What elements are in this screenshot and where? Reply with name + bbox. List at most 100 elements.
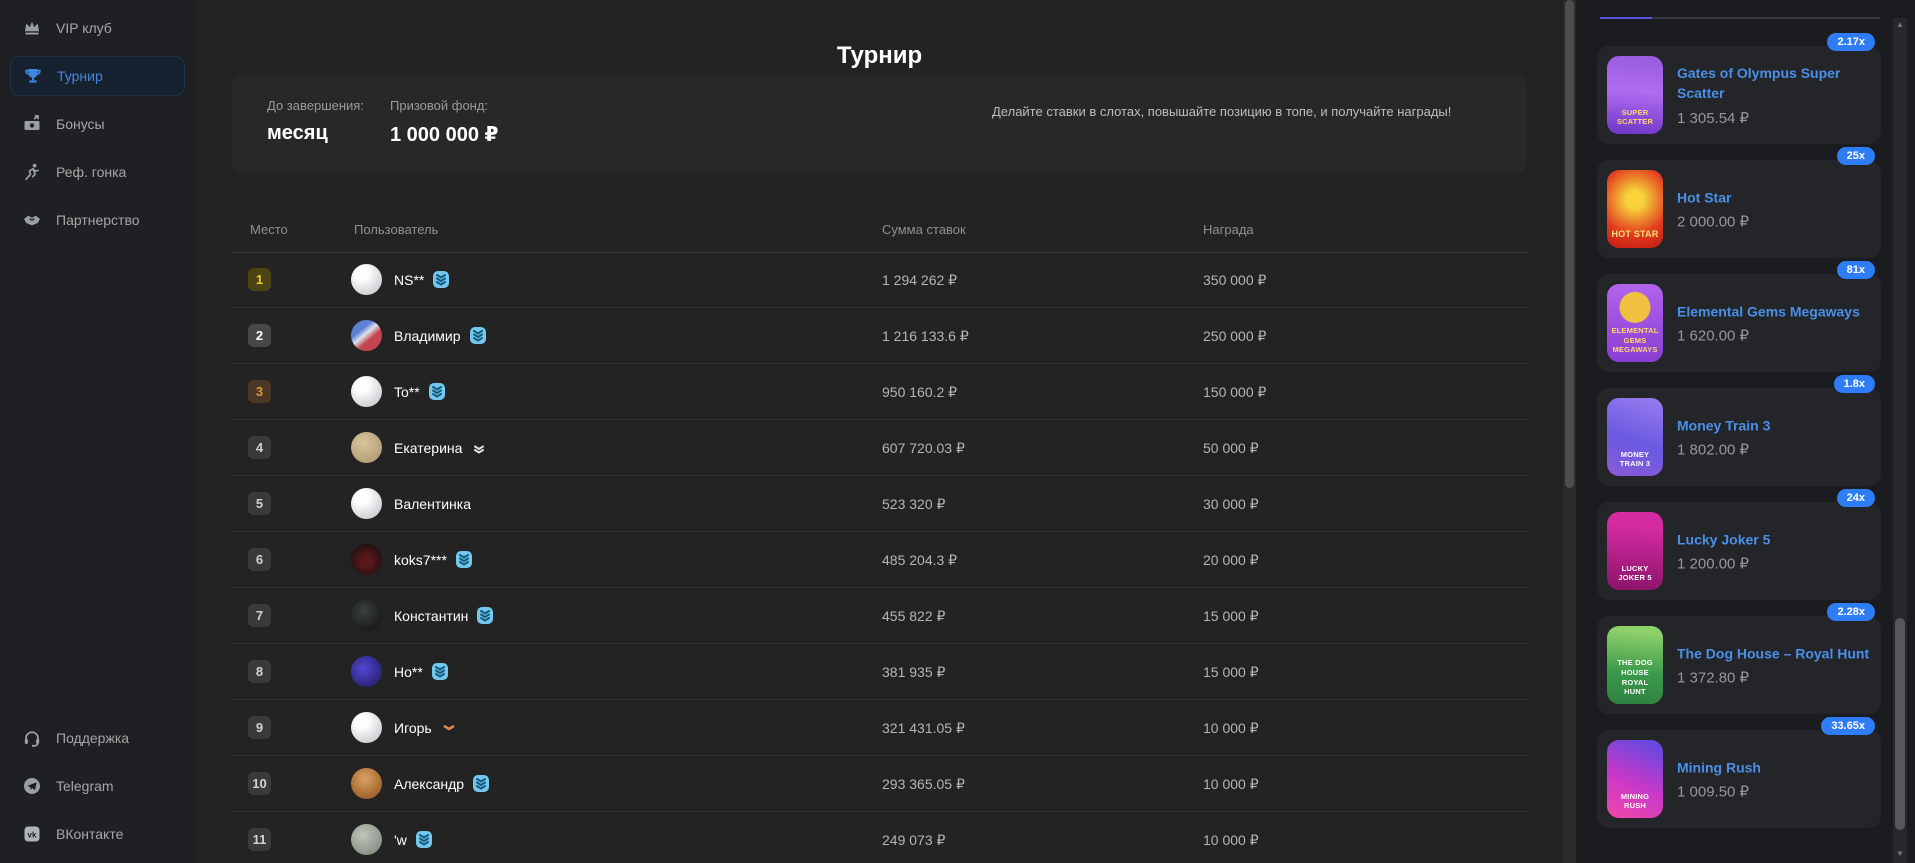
reward-value: 250 000 ₽ [1203,328,1266,345]
bets-sum: 1 216 133.6 ₽ [882,328,969,345]
game-thumbnail[interactable]: Super Scatter [1607,56,1663,134]
game-thumbnail[interactable]: Lucky Joker 5 [1607,512,1663,590]
game-win-card[interactable]: 2.17x Super Scatter Gates of Olympus Sup… [1597,46,1881,144]
game-name[interactable]: Gates of Olympus Super Scatter [1677,63,1875,104]
sidebar-item-vkontakte[interactable]: vk ВКонтакте [10,814,185,854]
rank-badge-icon [469,326,487,345]
rank-badge-icon [432,270,450,289]
win-amount: 1 620.00 ₽ [1677,327,1875,345]
telegram-icon [22,776,42,796]
game-thumbnail[interactable]: Mining Rush [1607,740,1663,818]
right-scrollbar-thumb[interactable] [1895,618,1905,830]
reward-value: 10 000 ₽ [1203,720,1259,737]
game-thumbnail[interactable]: Elemental Gems Megaways [1607,284,1663,362]
runner-icon [22,162,42,182]
game-name[interactable]: The Dog House – Royal Hunt [1677,643,1875,663]
win-amount: 1 200.00 ₽ [1677,555,1875,573]
game-win-card[interactable]: 1.8x Money Train 3 Money Train 3 1 802.0… [1597,388,1881,486]
game-name[interactable]: Elemental Gems Megaways [1677,301,1875,321]
bets-sum: 523 320 ₽ [882,496,945,513]
rank-badge-icon [455,550,473,569]
username: Александр [394,776,464,792]
place-badge: 10 [248,772,271,795]
headset-icon [22,728,42,748]
page-title: Турнир [232,42,1527,70]
avatar [351,824,382,855]
bets-sum: 249 073 ₽ [882,832,945,849]
sidebar-item-label: Реф. гонка [56,164,126,180]
game-name[interactable]: Money Train 3 [1677,415,1875,435]
reward-value: 30 000 ₽ [1203,496,1259,513]
table-row: 10 Александр 293 365.05 ₽ 10 000 ₽ [232,756,1527,812]
handshake-icon [22,210,42,230]
reward-value: 10 000 ₽ [1203,776,1259,793]
table-row: 7 Константин 455 822 ₽ 15 000 ₽ [232,588,1527,644]
sidebar-item-label: Турнир [57,68,103,84]
sidebar-item-support[interactable]: Поддержка [10,718,185,758]
bets-sum: 950 160.2 ₽ [882,384,957,401]
table-row: 6 koks7*** 485 204.3 ₽ 20 000 ₽ [232,532,1527,588]
reward-value: 15 000 ₽ [1203,664,1259,681]
avatar [351,432,382,463]
avatar [351,712,382,743]
prize-fund-value: 1 000 000 ₽ [390,122,498,147]
scroll-up-icon[interactable]: ▲ [1893,18,1907,32]
leaderboard-header: Место Пользователь Сумма ставок Награда [232,212,1527,253]
username: Но** [394,664,423,680]
place-badge: 8 [248,660,271,683]
avatar [351,320,382,351]
bets-sum: 607 720.03 ₽ [882,440,965,457]
sidebar-item-vip-club[interactable]: VIP клуб [10,8,185,48]
game-name[interactable]: Lucky Joker 5 [1677,529,1875,549]
table-row: 1 NS** 1 294 262 ₽ 350 000 ₽ [232,252,1527,308]
countdown-label: До завершения: [267,98,364,113]
multiplier-badge: 2.17x [1827,33,1875,51]
wins-panel: 2.17x Super Scatter Gates of Olympus Sup… [1576,0,1915,863]
game-thumbnail-label: Elemental Gems Megaways [1607,326,1663,355]
game-win-card[interactable]: 81x Elemental Gems Megaways Elemental Ge… [1597,274,1881,372]
avatar [351,768,382,799]
username: Владимир [394,328,461,344]
sidebar-item-tournament[interactable]: Турнир [10,56,185,96]
game-win-card[interactable]: 25x Hot Star Hot Star 2 000.00 ₽ [1597,160,1881,258]
reward-value: 20 000 ₽ [1203,552,1259,569]
sidebar-item-ref-race[interactable]: Реф. гонка [10,152,185,192]
game-name[interactable]: Mining Rush [1677,757,1875,777]
place-badge: 2 [248,324,271,347]
game-win-card[interactable]: 2.28x The Dog House Royal Hunt The Dog H… [1597,616,1881,714]
sidebar-item-partnership[interactable]: Партнерство [10,200,185,240]
bets-sum: 1 294 262 ₽ [882,272,957,289]
sidebar-item-label: Telegram [56,778,114,794]
avatar [351,656,382,687]
scroll-down-icon[interactable]: ▼ [1893,847,1907,861]
username: Екатерина [394,440,462,456]
sidebar-nav: VIP клуб Турнир Бонусы [0,8,195,248]
multiplier-badge: 2.28x [1827,603,1875,621]
place-badge: 4 [248,436,271,459]
game-thumbnail[interactable]: Hot Star [1607,170,1663,248]
bets-sum: 321 431.05 ₽ [882,720,965,737]
game-thumbnail-label: Super Scatter [1607,108,1663,128]
game-thumbnail-label: The Dog House Royal Hunt [1607,658,1663,697]
bonus-icon [22,114,42,134]
sidebar-item-telegram[interactable]: Telegram [10,766,185,806]
game-win-card[interactable]: 24x Lucky Joker 5 Lucky Joker 5 1 200.00… [1597,502,1881,600]
tournament-description: Делайте ставки в слотах, повышайте позиц… [992,102,1472,123]
bets-sum: 293 365.05 ₽ [882,776,965,793]
avatar [351,544,382,575]
game-name[interactable]: Hot Star [1677,187,1875,207]
multiplier-badge: 24x [1837,489,1875,507]
main-scrollbar-thumb[interactable] [1565,0,1574,488]
game-thumbnail[interactable]: Money Train 3 [1607,398,1663,476]
column-header-bets: Сумма ставок [882,222,966,237]
rank-badge-icon [470,438,488,457]
sidebar-item-bonuses[interactable]: Бонусы [10,104,185,144]
main-scrollbar[interactable] [1563,0,1576,863]
leaderboard-body: 1 NS** 1 294 262 ₽ 350 000 ₽ 2 Владимир [232,252,1527,863]
prize-fund-label: Призовой фонд: [390,98,498,113]
bets-sum: 381 935 ₽ [882,664,945,681]
game-win-card[interactable]: 33.65x Mining Rush Mining Rush 1 009.50 … [1597,730,1881,828]
win-amount: 1 372.80 ₽ [1677,669,1875,687]
game-thumbnail[interactable]: The Dog House Royal Hunt [1607,626,1663,704]
right-scrollbar[interactable]: ▲ ▼ [1893,18,1907,863]
